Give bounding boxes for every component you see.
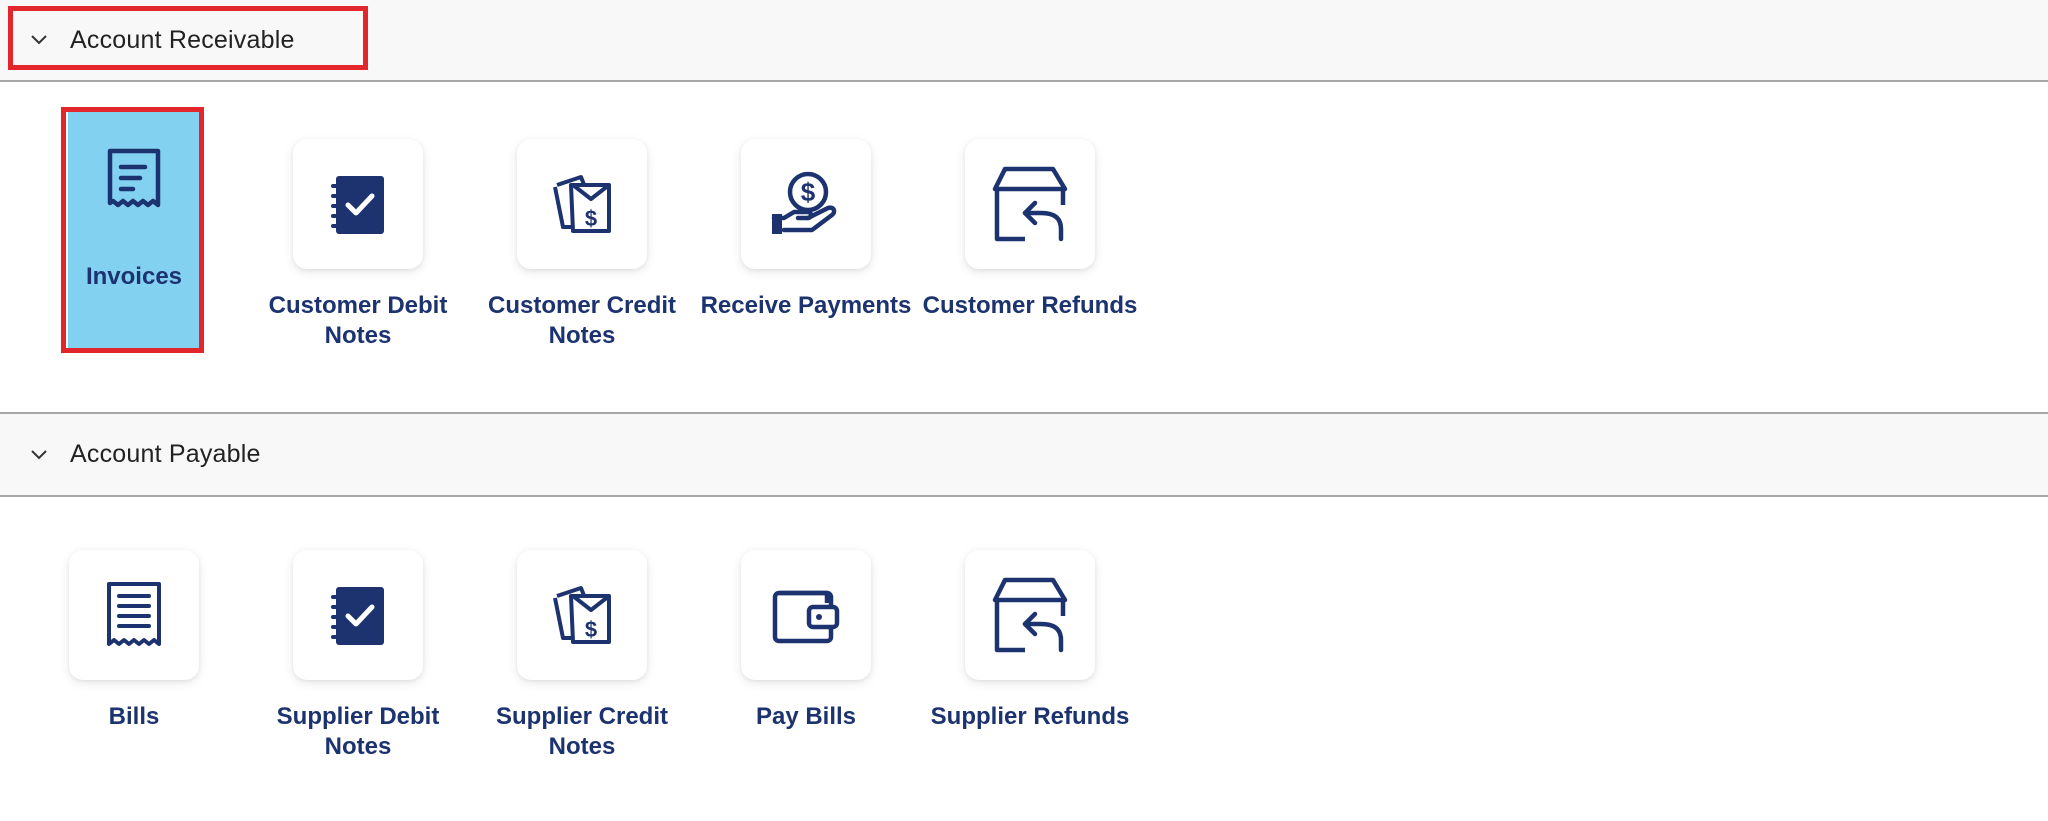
tile-label: Supplier Credit Notes [495,703,669,760]
section-title: Account Receivable [70,25,295,54]
tile-card: $ [517,550,647,680]
tile-label: Customer Debit Notes [268,292,448,349]
account-receivable-header[interactable]: Account Receivable [0,0,2048,82]
account-payable-header[interactable]: Account Payable [0,412,2048,497]
hand-coin-icon: $ [770,170,842,238]
tile-card [741,550,871,680]
tile-customer-refunds[interactable]: Customer Refunds [918,139,1142,321]
tile-card [965,550,1095,680]
svg-text:$: $ [585,617,597,642]
section-title: Account Payable [70,440,261,468]
tile-supplier-debit-notes[interactable]: Supplier Debit Notes [246,550,470,762]
tile-supplier-refunds[interactable]: Supplier Refunds [918,550,1142,732]
tile-label: Supplier Debit Notes [276,703,440,760]
box-return-icon [991,576,1069,654]
credit-note-icon: $ [549,582,615,648]
tile-pay-bills[interactable]: Pay Bills [694,550,918,732]
tile-label: Invoices [85,263,183,290]
tile-card [69,114,199,244]
tile-label: Customer Refunds [922,292,1138,319]
svg-text:$: $ [585,206,597,231]
tile-label: Pay Bills [755,703,857,730]
tile-card: $ [741,139,871,269]
tile-supplier-credit-notes[interactable]: $ Supplier Credit Notes [470,550,694,762]
tile-label: Receive Payments [700,292,912,319]
tile-invoices[interactable]: Invoices [68,112,200,348]
receipt-icon [103,580,165,650]
credit-note-icon: $ [549,171,615,237]
wallet-icon [771,585,841,645]
notebook-check-icon [328,583,388,647]
tile-card [69,550,199,680]
tile-receive-payments[interactable]: $ Receive Payments [694,139,918,321]
tile-bills[interactable]: Bills [22,550,246,732]
svg-text:$: $ [801,177,816,207]
tile-card [293,550,423,680]
tile-card: $ [517,139,647,269]
tile-label: Supplier Refunds [930,703,1130,730]
tile-customer-credit-notes[interactable]: $ Customer Credit Notes [470,139,694,351]
chevron-down-icon[interactable] [26,27,52,53]
chevron-down-icon[interactable] [26,442,52,468]
tile-customer-debit-notes[interactable]: Customer Debit Notes [246,139,470,351]
invoice-icon [102,147,166,211]
tile-label: Customer Credit Notes [487,292,677,349]
tile-card [965,139,1095,269]
box-return-icon [991,165,1069,243]
tile-card [293,139,423,269]
notebook-check-icon [328,172,388,236]
tile-label: Bills [108,703,160,730]
